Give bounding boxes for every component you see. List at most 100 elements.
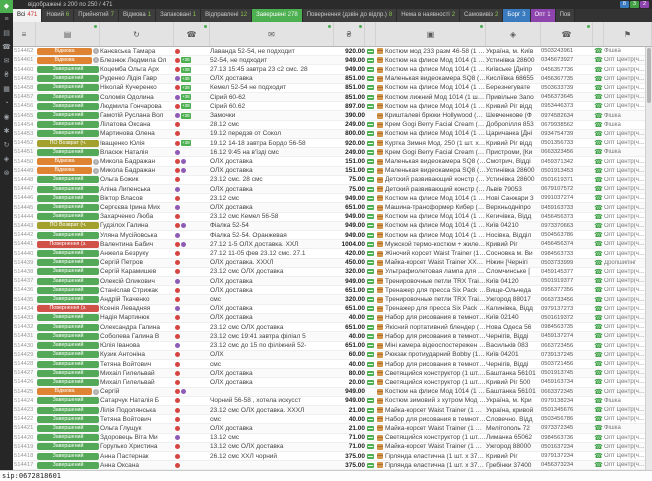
call-button[interactable]: ☎ [593,121,604,129]
tab-item[interactable]: Запаковані1 [156,9,201,22]
table-row[interactable]: 514446ЗавершенийВіктор Власов23.12 смс94… [13,194,645,203]
table-row[interactable]: 514442ЗавершенийУляна МусійовськаФіалка … [13,231,645,240]
missed-call-icon[interactable] [175,260,180,265]
column-header-call[interactable] [593,22,604,46]
call-button[interactable]: ☎ [593,47,604,55]
tab-item[interactable]: Новий6 [42,9,74,22]
viber-icon[interactable] [175,150,180,155]
call-button[interactable]: ☎ [593,222,604,230]
stats-icon[interactable]: ◔ [0,97,13,111]
call-button[interactable]: ☎ [593,75,604,83]
tab-item[interactable]: Пов [556,9,576,22]
orders-icon[interactable]: ▤ [0,27,13,41]
missed-call-icon[interactable] [175,454,180,459]
missed-call-icon[interactable] [175,463,180,468]
missed-call-icon[interactable] [175,297,180,302]
missed-call-icon[interactable] [175,288,180,293]
missed-call-icon[interactable] [175,269,180,274]
mail-icon[interactable]: ✉ [0,55,13,69]
call-button[interactable]: ☎ [593,323,604,331]
table-row[interactable]: 514417ЗавершенийАнна Оксана375.00Гірлянд… [13,461,645,470]
call-button[interactable]: ☎ [593,360,604,368]
missed-call-icon[interactable] [175,214,180,219]
table-row[interactable]: 514424ЗавершенийСатарчук Наталія БЧорний… [13,397,645,406]
call-button[interactable]: ☎ [593,397,604,405]
missed-call-icon[interactable] [175,398,180,403]
column-header-ct[interactable]: ☎ [174,22,210,46]
call-button[interactable]: ☎ [593,332,604,340]
tab-item[interactable]: Прийнятий7 [74,9,119,22]
missed-call-icon[interactable] [175,223,180,228]
column-header-tag[interactable]: ⚑ [604,22,652,46]
table-row[interactable]: 514438ЗавершенийСергій Карамишев23.12 см… [13,268,645,277]
missed-call-icon[interactable] [175,122,180,127]
table-row[interactable]: 514426ЗавершенийМихаіл ГилельвайОЛХ дост… [13,378,645,387]
table-row[interactable]: 514423ЗавершенийЛілія Подолянська23.12 с… [13,406,645,415]
tab-item[interactable]: Всі471 [13,9,42,22]
table-row[interactable]: 514440ЗавершенийАнжела Безруку27.12 11-0… [13,249,645,258]
app-logo[interactable]: ◆ [0,0,13,13]
call-button[interactable]: ☎ [593,84,604,92]
add-call-badge[interactable]: +38 [181,85,191,91]
table-row[interactable]: 514418ЗавершенийАнна Пастернак26.12 смс … [13,452,645,461]
column-header-pr[interactable]: ₴ [334,22,365,46]
tab-item[interactable]: Самовивіз2 [460,9,503,22]
table-row[interactable]: 514462ВідмоваiКанєвська ТамараЛаванда 52… [13,47,645,56]
missed-call-icon[interactable] [175,251,180,256]
viber-icon[interactable] [175,306,180,311]
viber-icon[interactable] [175,113,180,118]
table-row[interactable]: 514433ЗавершенийНадія МартинюкОЛХ достав… [13,314,645,323]
table-row[interactable]: 514455ЗавершенийГамотій Руслана Вол+38За… [13,111,645,120]
tab-item[interactable]: Завершені278 [252,9,303,22]
call-button[interactable]: ☎ [593,406,604,414]
call-button[interactable]: ☎ [593,286,604,294]
viber-icon[interactable] [175,233,180,238]
status-chip[interactable]: 3 [630,1,639,8]
missed-call-icon[interactable] [175,362,180,367]
sync-icon[interactable]: ↻ [0,139,13,153]
add-call-badge[interactable]: +38 [181,67,191,73]
call-button[interactable]: ☎ [593,231,604,239]
table-row[interactable]: 514434Повернення (з.Ксенія ЛевадняяОЛХ д… [13,305,645,314]
call-button[interactable]: ☎ [593,102,604,110]
viber-icon[interactable] [175,343,180,348]
call-button[interactable]: ☎ [593,176,604,184]
table-row[interactable]: 514459ЗавершенийРуденко Лідія Гавр+38ОЛХ… [13,75,645,84]
missed-call-icon[interactable] [175,242,180,247]
table-row[interactable]: 514420ЗавершенийЗдоровець Віта Ми13.12 с… [13,434,645,443]
table-row[interactable]: 514425ВідмоваiСергій949.00Костюм на флис… [13,388,645,397]
scrollbar-thumb[interactable] [647,48,651,103]
table-row[interactable]: 514437ЗавершенийОлексій ОликовичОЛХ дост… [13,277,645,286]
call-button[interactable]: ☎ [593,342,604,350]
viber-icon[interactable] [181,389,186,394]
missed-call-icon[interactable] [175,104,180,109]
missed-call-icon[interactable] [175,315,180,320]
finance-icon[interactable]: ₴ [0,69,13,83]
table-row[interactable]: 514461ВідмоваiБлезнюк Людмила Ол+3852-54… [13,56,645,65]
call-button[interactable]: ☎ [593,56,604,64]
call-button[interactable]: ☎ [593,369,604,377]
call-button[interactable]: ☎ [593,213,604,221]
call-button[interactable]: ☎ [593,259,604,267]
status-chip[interactable]: 2 [640,1,649,8]
missed-call-icon[interactable] [175,389,180,394]
add-call-badge[interactable]: +38 [181,57,191,63]
table-row[interactable]: 514448ЗавершенийОльга Божик23.12 смс. 28… [13,176,645,185]
menu-icon[interactable]: ≡ [0,13,13,27]
column-header-nm[interactable]: ↻ [100,22,174,46]
table-row[interactable]: 514431ЗавершенийСоболева Галина В23.12 с… [13,332,645,341]
call-button[interactable]: ☎ [593,277,604,285]
tab-item[interactable]: Відмова1 [119,9,156,22]
missed-call-icon[interactable] [175,131,180,136]
viber-icon[interactable] [175,435,180,440]
call-button[interactable]: ☎ [593,148,604,156]
scrollbar[interactable] [645,47,652,470]
table-row[interactable]: 514430ЗавершенийЮлія Іванова23.12 смс до… [13,342,645,351]
info-icon[interactable]: ◈ [0,153,13,167]
table-row[interactable]: 514429ЗавершенийКузик АнтонінаОЛХ60.00Рю… [13,351,645,360]
call-button[interactable]: ☎ [593,443,604,451]
table-row[interactable]: 514427ЗавершенийМихаіл ГилельвайОЛХ дост… [13,369,645,378]
call-button[interactable]: ☎ [593,204,604,212]
add-call-badge[interactable]: +38 [181,76,191,82]
table-row[interactable]: 514435ЗавершенийАндрій Ткаченкосмс320.00… [13,295,645,304]
